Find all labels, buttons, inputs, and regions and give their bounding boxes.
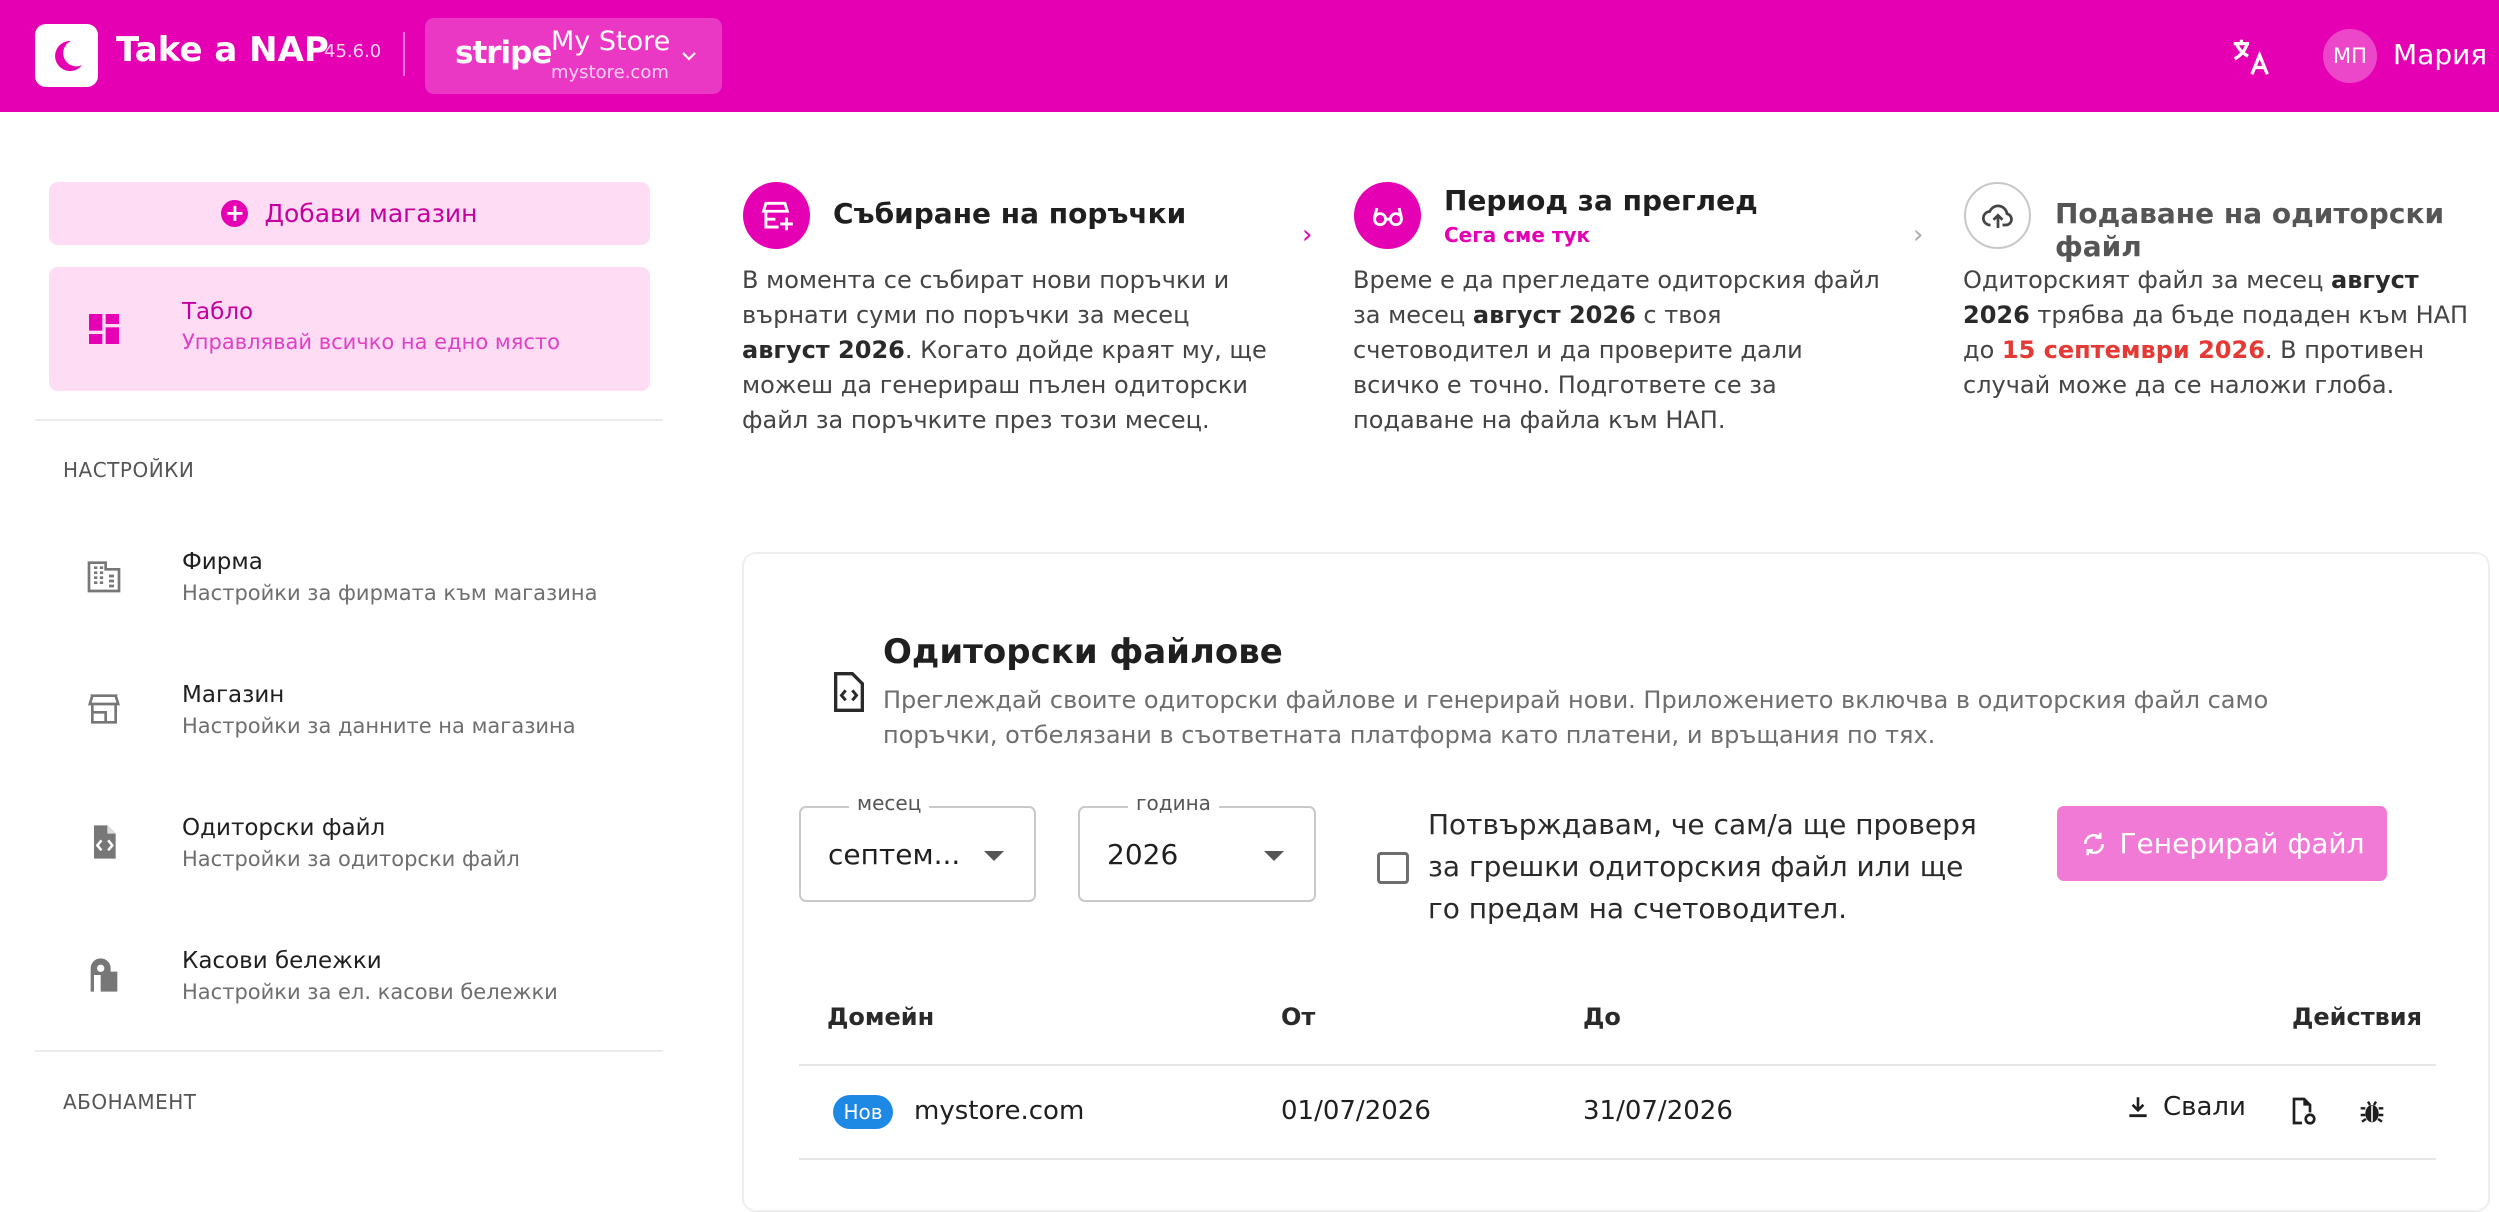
step-collect-text: В момента се събират нови поръчки и върн… [742,266,1267,434]
user-name[interactable]: Мария [2393,38,2487,71]
new-badge: Нов [833,1095,893,1129]
sidebar-item-store[interactable]: Магазин Настройки за данните на магазина [49,654,650,764]
store-switcher[interactable]: stripe My Store mystore.com [425,18,722,94]
audit-files-description: Преглеждай своите одиторски файлове и ге… [883,686,2269,749]
chevron-down-icon [682,52,696,61]
refresh-icon [2084,832,2105,855]
step-review-title: Период за преглед [1444,184,1758,217]
app-version: 45.6.0 [324,41,382,62]
sidebar-item-subtitle: Настройки за фирмата към магазина [182,581,598,605]
translate-icon[interactable] [2228,34,2274,80]
app-title: Take a NAP [116,30,329,70]
store-plus-icon [761,201,793,230]
store-domain: mystore.com [551,62,669,83]
step-submit-text: Одиторският файл за месец август 2026 тр… [1963,266,2469,399]
subscription-section-label: АБОНАМЕНТ [63,1090,197,1114]
year-select-label: година [1128,791,1219,815]
file-cog-icon[interactable] [2286,1095,2318,1127]
table-header-divider [799,1064,2436,1066]
moon-icon [54,40,82,71]
file-code-icon [94,825,116,859]
column-header-from: От [1281,1003,1316,1031]
sidebar-item-label: Табло [182,299,254,325]
avatar[interactable]: МП [2323,29,2377,83]
generate-file-button[interactable]: Генерирай файл [2057,806,2387,881]
column-header-to: До [1583,1003,1621,1031]
sidebar-item-label: Касови бележки [182,948,382,974]
add-store-label: Добави магазин [264,199,478,228]
download-button[interactable]: Свали [2125,1092,2246,1122]
step-collect-icon [743,182,810,249]
cloud-upload-icon [1981,204,2013,228]
sidebar-item-subtitle: Настройки за ел. касови бележки [182,980,558,1004]
month-select[interactable]: месец септем... [799,791,1036,902]
plus-circle-icon: + [221,200,249,227]
month-select-label: месец [849,791,930,815]
download-icon [2129,1097,2147,1118]
header-divider [403,32,405,76]
download-label: Свали [2163,1092,2246,1122]
column-header-domain: Домейн [827,1003,935,1031]
sidebar-item-subtitle: Настройки за данните на магазина [182,714,576,738]
sidebar-item-subtitle: Управлявай всичко на едно място [182,330,560,354]
confirm-checkbox[interactable] [1377,852,1409,884]
top-bar: Take a NAP 45.6.0 stripe My Store mystor… [0,0,2499,112]
dashboard-icon [89,314,119,344]
sidebar-item-dashboard[interactable]: Табло Управлявай всичко на едно място [49,267,650,391]
step-review-current-label: Сега сме тук [1444,223,1591,247]
year-select-value: 2026 [1107,838,1179,871]
app-logo[interactable] [35,24,98,87]
sidebar-item-label: Фирма [182,549,263,575]
store-icon [88,694,120,724]
column-header-actions: Действия [2292,1003,2423,1031]
confirm-checkbox-label[interactable]: Потвърждавам, че сам/а ще проверя за гре… [1428,804,1988,930]
bug-icon[interactable] [2356,1095,2388,1127]
sidebar-item-receipts[interactable]: Касови бележки Настройки за ел. касови б… [49,920,650,1030]
caret-down-icon [984,851,1004,861]
audit-files-title: Одиторски файлове [883,632,1283,672]
row-domain: mystore.com [914,1096,1085,1126]
caret-down-icon [1264,851,1284,861]
sidebar-item-subtitle: Настройки за одиторски файл [182,847,520,871]
year-select[interactable]: година 2026 [1078,791,1316,902]
receipt-printer-icon [90,958,118,992]
add-store-button[interactable]: + Добави магазин [49,182,650,245]
sidebar-item-audit-file[interactable]: Одиторски файл Настройки за одиторски фа… [49,787,650,897]
stripe-logo: stripe [455,35,552,71]
building-icon [87,561,121,593]
sidebar-item-label: Одиторски файл [182,815,386,841]
file-code-icon [834,672,864,712]
row-from-date: 01/07/2026 [1281,1096,1431,1126]
chevron-right-icon: › [1913,220,1924,250]
sidebar-divider [35,419,663,421]
step-review-icon [1354,182,1421,249]
sidebar-item-label: Магазин [182,682,285,708]
sidebar-divider [35,1050,663,1052]
step-submit-title: Подаване на одиторски файл [2055,197,2445,263]
row-to-date: 31/07/2026 [1583,1096,1733,1126]
glasses-icon [1372,207,1403,226]
month-select-value: септем... [828,838,961,871]
table-row-divider [799,1158,2436,1160]
step-submit-icon [1964,182,2031,249]
chevron-right-icon: › [1302,220,1313,250]
step-review-text: Време е да прегледате одиторския файл за… [1353,266,1880,434]
store-name: My Store [551,26,671,57]
sidebar-item-company[interactable]: Фирма Настройки за фирмата към магазина [49,521,650,631]
generate-file-label: Генерирай файл [2119,827,2365,860]
step-collect-title: Събиране на поръчки [833,197,1187,230]
settings-section-label: НАСТРОЙКИ [63,458,195,482]
